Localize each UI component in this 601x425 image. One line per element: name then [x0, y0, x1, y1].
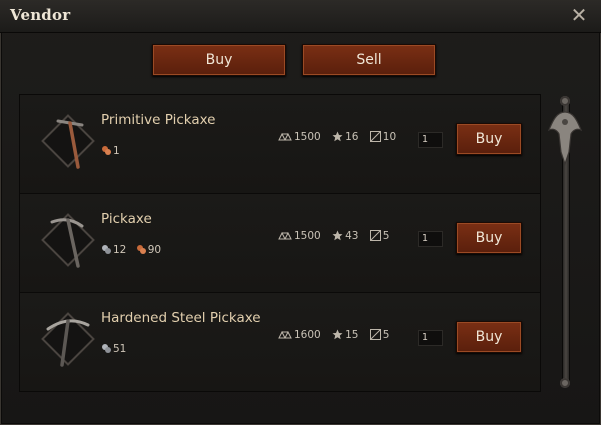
item-requirements: 12 90	[101, 244, 167, 260]
iron-ore-icon	[102, 245, 111, 254]
level-value: 43	[345, 230, 359, 242]
item-requirements: 51	[101, 343, 132, 359]
level-value: 16	[345, 131, 359, 143]
durability-icon	[369, 230, 381, 241]
item-row: Hardened Steel Pickaxe 51 1600 15 5 1 Bu…	[20, 293, 540, 391]
item-stats: 1600 15 5	[278, 329, 397, 345]
durability-value: 10	[382, 131, 397, 143]
window-title: Vendor	[10, 6, 71, 24]
quantity-input[interactable]: 1	[418, 330, 443, 346]
item-row: Primitive Pickaxe 1 1500 16 10 1 Buy	[20, 95, 540, 194]
durability-value: 5	[382, 230, 390, 242]
durability-icon	[369, 329, 381, 340]
scrollbar-thumb[interactable]	[545, 108, 585, 168]
pickaxe-icon	[41, 213, 95, 268]
durability-icon	[369, 131, 381, 142]
item-name: Primitive Pickaxe	[101, 112, 216, 128]
requirement: 12	[101, 244, 126, 256]
copper-ore-icon	[136, 245, 146, 254]
quantity-input[interactable]: 1	[418, 132, 443, 148]
weight-value: 1500	[294, 131, 321, 143]
star-icon	[332, 329, 343, 340]
requirement: 1	[101, 145, 120, 157]
star-icon	[332, 131, 343, 142]
item-row: Pickaxe 12 90 1500 43 5 1 Buy	[20, 194, 540, 293]
item-stats: 1500 43 5	[278, 230, 397, 246]
item-list: Primitive Pickaxe 1 1500 16 10 1 Buy Pic…	[19, 94, 541, 392]
buy-item-button[interactable]: Buy	[456, 123, 522, 155]
requirement: 51	[101, 343, 126, 355]
weight-icon	[278, 231, 292, 240]
buy-item-button[interactable]: Buy	[456, 222, 522, 254]
weight-value: 1600	[294, 329, 321, 341]
scrollbar-bottom-cap	[560, 378, 570, 388]
title-bar: Vendor ✕	[0, 0, 601, 33]
iron-ore-icon	[102, 344, 111, 353]
durability-value: 5	[382, 329, 390, 341]
copper-ore-icon	[102, 146, 111, 155]
scrollbar[interactable]	[543, 94, 585, 392]
sell-tab-button[interactable]: Sell	[302, 44, 436, 76]
item-requirements: 1	[101, 145, 126, 161]
quantity-input[interactable]: 1	[418, 231, 443, 247]
weight-icon	[278, 132, 292, 141]
buy-item-button[interactable]: Buy	[456, 321, 522, 353]
vendor-window: Vendor ✕ Buy Sell Primitive Pickaxe 1 15…	[0, 0, 601, 425]
steel-pickaxe-icon	[41, 312, 95, 367]
item-name: Hardened Steel Pickaxe	[101, 310, 261, 326]
weight-icon	[278, 330, 292, 339]
level-value: 15	[345, 329, 359, 341]
close-icon[interactable]: ✕	[569, 5, 589, 25]
buy-tab-button[interactable]: Buy	[152, 44, 286, 76]
item-name: Pickaxe	[101, 211, 152, 227]
scrollbar-top-cap	[560, 96, 570, 106]
weight-value: 1500	[294, 230, 321, 242]
primitive-pickaxe-icon	[41, 114, 95, 169]
item-stats: 1500 16 10	[278, 131, 404, 147]
star-icon	[332, 230, 343, 241]
requirement: 90	[136, 244, 161, 256]
